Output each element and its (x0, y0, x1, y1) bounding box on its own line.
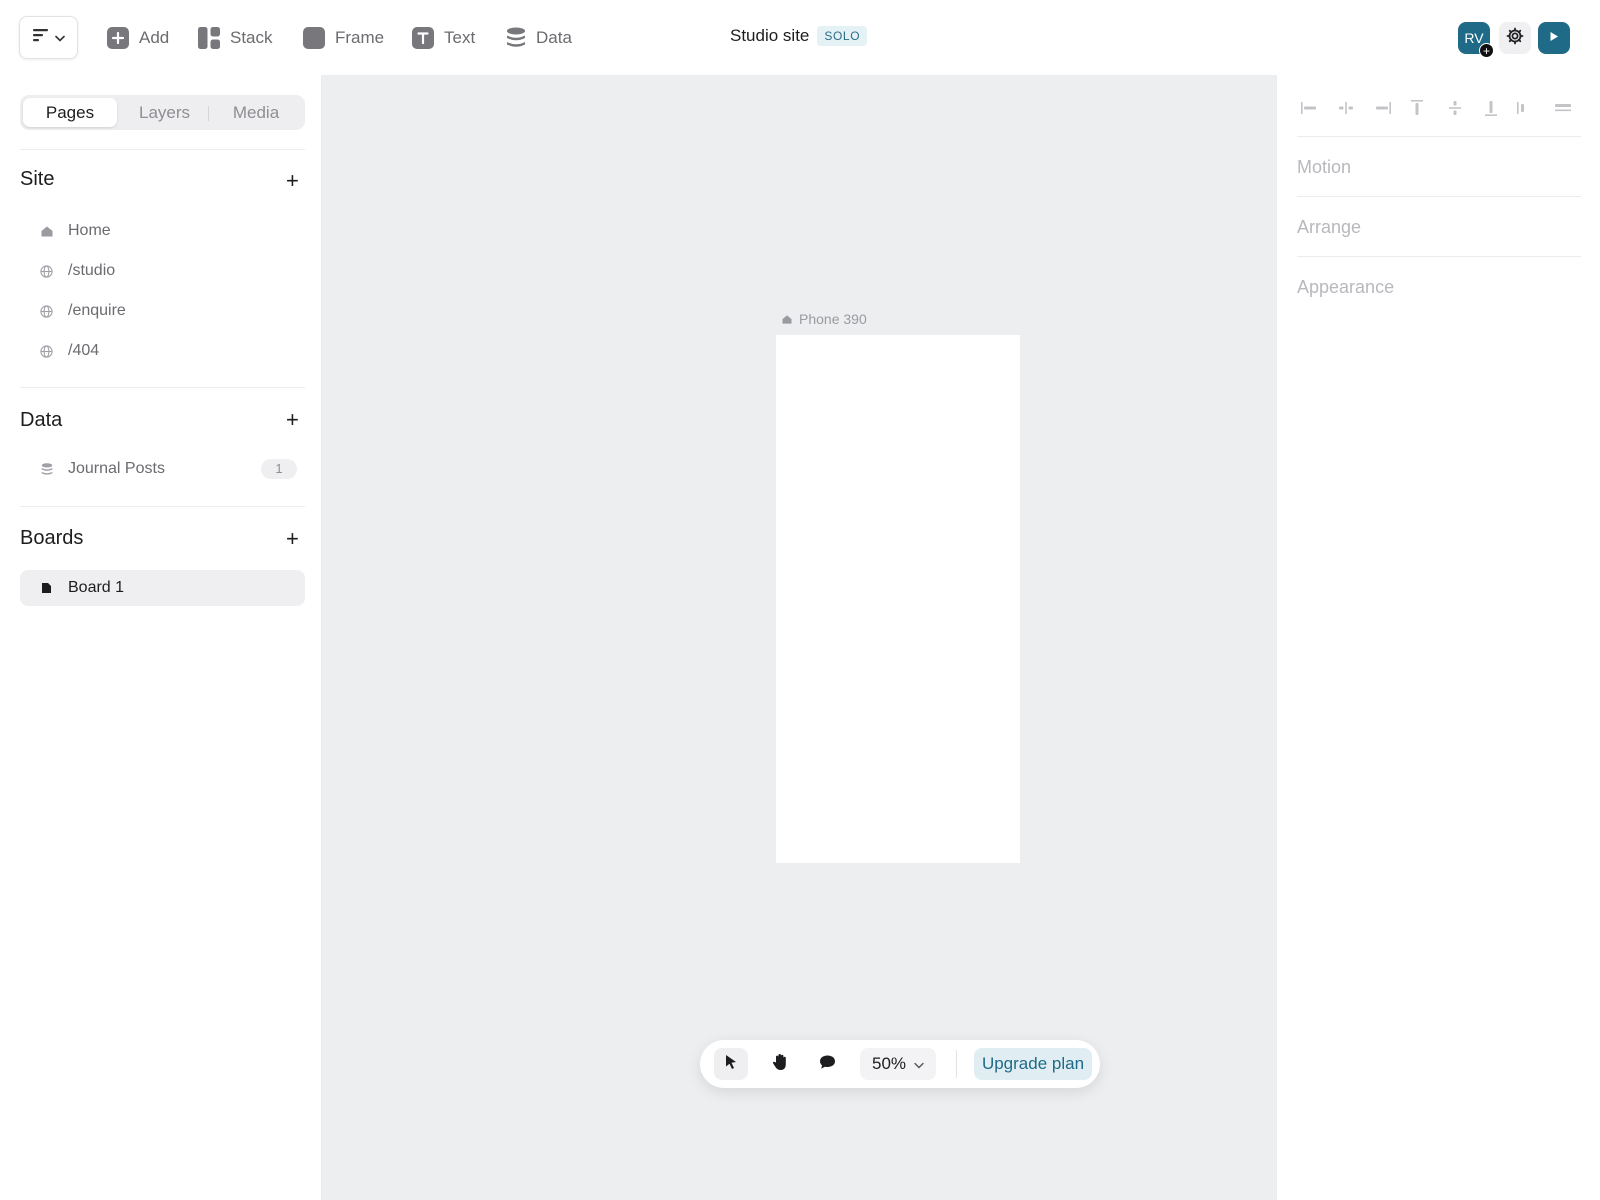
text-tool-label: Text (444, 28, 476, 47)
motion-section-title[interactable]: Motion (1297, 157, 1351, 178)
globe-icon (20, 304, 68, 318)
data-tool-button[interactable]: Data (506, 24, 572, 52)
appearance-section-title[interactable]: Appearance (1297, 277, 1394, 298)
site-section-title: Site (20, 168, 55, 190)
globe-icon (20, 344, 68, 358)
design-canvas[interactable]: Phone 390 50% Upgrade plan (322, 75, 1276, 1200)
avatar-initials: RV (1464, 30, 1484, 46)
arrange-section-title[interactable]: Arrange (1297, 217, 1361, 238)
section-divider (20, 506, 305, 507)
stack-tool-label: Stack (230, 28, 273, 47)
frame-tool-button[interactable]: Frame (303, 24, 384, 52)
align-center-horizontal-icon[interactable] (1334, 95, 1358, 121)
frame-label-text: Phone 390 (799, 311, 867, 327)
site-title-group[interactable]: Studio site SOLO (730, 26, 868, 46)
settings-button[interactable] (1499, 22, 1531, 54)
cursor-arrow-icon (724, 1054, 738, 1075)
add-collection-button[interactable]: + (286, 409, 299, 431)
board-icon (20, 582, 68, 594)
panel-divider (1297, 196, 1581, 197)
properties-panel: Motion Arrange Appearance (1276, 75, 1600, 1200)
upgrade-plan-button[interactable]: Upgrade plan (974, 1048, 1092, 1080)
globe-icon (20, 264, 68, 278)
frame-icon (303, 27, 325, 49)
hand-icon (772, 1053, 789, 1076)
page-item-label: /404 (68, 342, 100, 359)
add-board-button[interactable]: + (286, 528, 299, 550)
home-icon (782, 311, 792, 327)
distribute-vertical-icon[interactable] (1551, 95, 1575, 121)
comment-bubble-icon (819, 1054, 836, 1075)
page-item-label: /enquire (68, 302, 126, 319)
database-icon (506, 27, 526, 49)
align-right-icon[interactable] (1371, 95, 1395, 121)
tab-layers[interactable]: Layers (118, 98, 211, 127)
section-divider (20, 387, 305, 388)
zoom-dropdown[interactable]: 50% (860, 1048, 936, 1080)
hand-tool-button[interactable] (763, 1048, 797, 1080)
align-top-icon[interactable] (1405, 95, 1429, 121)
align-bottom-icon[interactable] (1479, 95, 1503, 121)
phone-frame[interactable] (776, 335, 1020, 863)
menu-lines-icon (32, 28, 49, 47)
comment-tool-button[interactable] (810, 1048, 844, 1080)
tab-divider (208, 106, 209, 121)
invite-plus-icon[interactable]: + (1479, 43, 1494, 58)
canvas-bottom-toolbar: 50% Upgrade plan (700, 1040, 1100, 1088)
stack-tool-button[interactable]: Stack (198, 24, 273, 52)
user-avatar[interactable]: RV + (1458, 22, 1494, 58)
gear-icon (1506, 27, 1524, 50)
add-page-button[interactable]: + (286, 170, 299, 192)
zoom-level: 50% (871, 1054, 907, 1073)
collection-item-journal-posts[interactable]: Journal Posts 1 (20, 451, 305, 487)
page-item-404[interactable]: /404 (20, 333, 305, 369)
play-icon (1549, 29, 1559, 47)
page-item-home[interactable]: Home (20, 213, 305, 249)
panel-divider (1297, 256, 1581, 257)
toolbar-separator (956, 1050, 957, 1078)
distribute-horizontal-icon[interactable] (1511, 95, 1535, 121)
site-title: Studio site (730, 26, 810, 45)
data-tool-label: Data (536, 28, 572, 47)
board-item-label: Board 1 (68, 579, 125, 596)
text-tool-button[interactable]: Text (412, 24, 475, 52)
left-sidebar: Pages Layers Media Site + Home /studio /… (0, 75, 322, 1200)
chevron-down-icon (54, 29, 65, 47)
align-left-icon[interactable] (1297, 95, 1321, 121)
plus-square-icon (107, 27, 129, 49)
plan-badge: SOLO (817, 26, 868, 46)
preview-play-button[interactable] (1538, 22, 1570, 54)
data-section-title: Data (20, 409, 63, 431)
database-icon (20, 462, 68, 476)
chevron-down-icon (914, 1054, 924, 1074)
align-center-vertical-icon[interactable] (1443, 95, 1467, 121)
panel-divider (1297, 136, 1581, 137)
page-item-enquire[interactable]: /enquire (20, 293, 305, 329)
section-divider (20, 149, 305, 150)
page-item-label: Home (68, 222, 111, 239)
page-item-studio[interactable]: /studio (20, 253, 305, 289)
alignment-toolbar (1297, 95, 1579, 121)
add-tool-button[interactable]: Add (107, 24, 169, 52)
boards-section-title: Boards (20, 527, 84, 549)
collection-item-label: Journal Posts (68, 460, 165, 477)
home-icon (20, 226, 68, 237)
board-item-board-1[interactable]: Board 1 (20, 570, 305, 606)
main-menu-button[interactable] (19, 16, 78, 59)
select-tool-button[interactable] (714, 1048, 748, 1080)
stack-icon (198, 27, 220, 49)
text-icon (412, 27, 434, 49)
tab-pages[interactable]: Pages (23, 98, 117, 127)
collection-count-badge: 1 (261, 459, 297, 479)
frame-label[interactable]: Phone 390 (782, 311, 867, 327)
add-tool-label: Add (139, 28, 170, 47)
sidebar-tabs: Pages Layers Media (20, 95, 305, 130)
top-toolbar: Add Stack Frame Text Data Studio site SO… (0, 0, 1600, 75)
page-item-label: /studio (68, 262, 116, 279)
tab-media[interactable]: Media (210, 98, 302, 127)
frame-tool-label: Frame (335, 28, 385, 47)
